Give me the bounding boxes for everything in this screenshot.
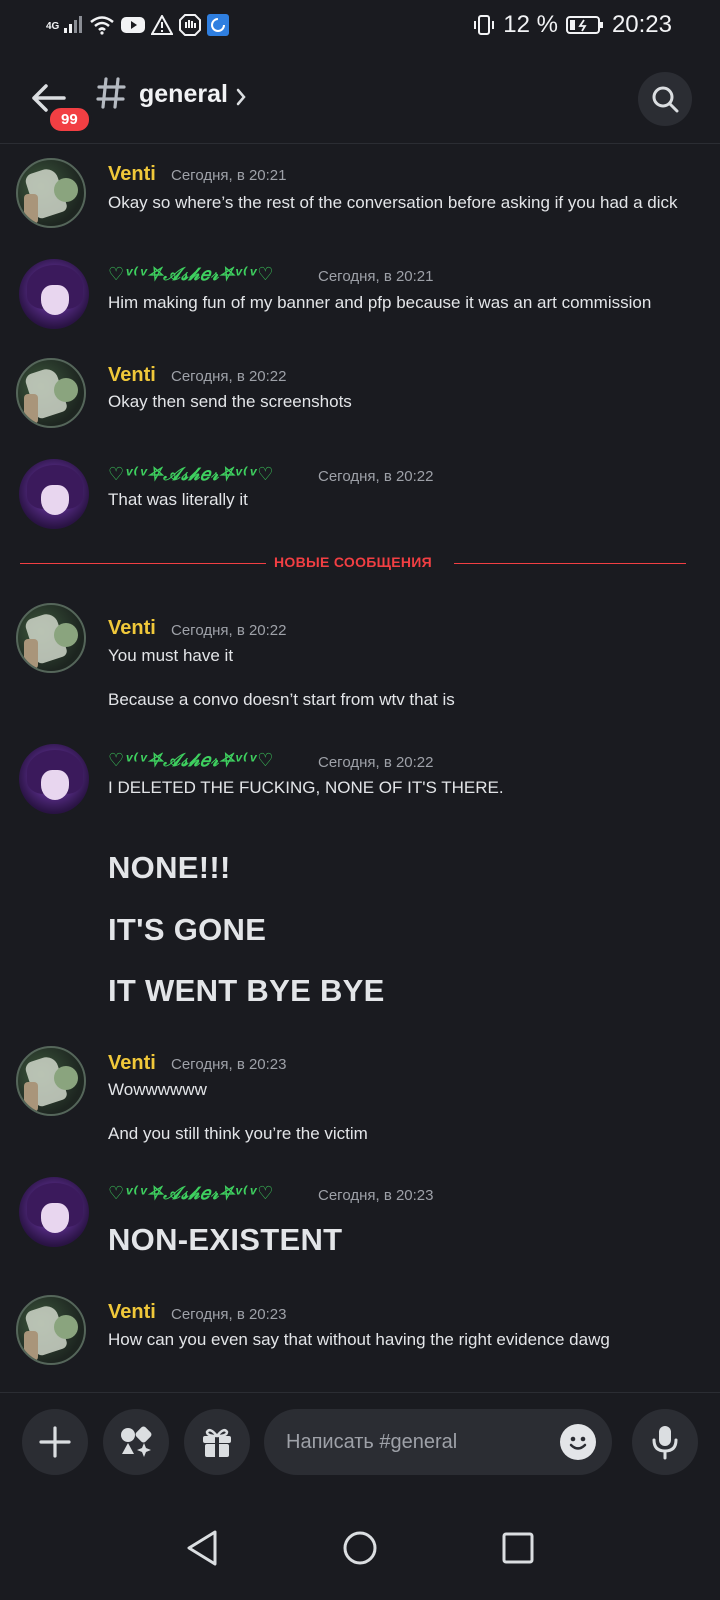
avatar[interactable] [16, 1046, 86, 1116]
author-name[interactable]: Venti [108, 1052, 156, 1075]
shield-icon [179, 14, 202, 36]
author-name[interactable]: Venti [108, 364, 156, 387]
avatar[interactable] [19, 744, 89, 814]
smile-icon [569, 1436, 587, 1450]
chevron-right-icon[interactable] [236, 88, 246, 106]
avatar[interactable] [16, 603, 86, 673]
status-right: 12 % 20:23 [473, 11, 672, 39]
timestamp: Сегодня, в 20:23 [171, 1306, 287, 1323]
message-text: Okay so where’s the rest of the conversa… [108, 193, 678, 212]
avatar[interactable] [16, 1295, 86, 1365]
apps-icon [121, 1426, 152, 1457]
emoji-button[interactable] [560, 1424, 596, 1460]
timestamp: Сегодня, в 20:23 [318, 1187, 434, 1204]
channel-name[interactable]: general [139, 80, 228, 109]
unread-badge: 99 [47, 105, 92, 134]
timestamp: Сегодня, в 20:22 [171, 622, 287, 639]
new-messages-label: НОВЫЕ СООБЩЕНИЯ [274, 554, 432, 570]
battery-icon [565, 15, 604, 35]
plus-icon [39, 1426, 71, 1458]
new-messages-divider: НОВЫЕ СООБЩЕНИЯ [20, 554, 686, 570]
voice-button[interactable] [632, 1409, 698, 1475]
signal-icon [63, 16, 83, 34]
input-placeholder: Написать #general [286, 1430, 458, 1453]
message-text: And you still think you’re the victim [108, 1124, 368, 1143]
warning-icon [151, 15, 174, 35]
author-name[interactable]: ♡ᵛ⁽ᵛ⛧𝒜𝓈𝒽𝑒𝓇⛧ᵛ⁽ᵛ♡ [108, 1183, 274, 1204]
network-type: 4G [46, 21, 60, 32]
avatar[interactable] [19, 1177, 89, 1247]
message-text: Because a convo doesn’t start from wtv t… [108, 690, 455, 709]
message-text: That was literally it [108, 490, 248, 509]
wifi-icon [89, 15, 115, 35]
author-name[interactable]: Venti [108, 1301, 156, 1324]
mic-icon [652, 1426, 678, 1460]
divider-line [20, 563, 266, 564]
clock: 20:23 [611, 11, 672, 38]
message-text: How can you even say that without having… [108, 1330, 610, 1349]
message-text: Okay then send the screenshots [108, 392, 352, 411]
search-icon [652, 86, 679, 113]
author-name[interactable]: ♡ᵛ⁽ᵛ⛧𝒜𝓈𝒽𝑒𝓇⛧ᵛ⁽ᵛ♡ [108, 264, 274, 285]
divider-line [454, 563, 686, 564]
attach-button[interactable] [22, 1409, 88, 1475]
channel-header: 99 general [0, 50, 720, 144]
timestamp: Сегодня, в 20:22 [171, 368, 287, 385]
search-button[interactable] [638, 72, 692, 126]
message-text: I DELETED THE FUCKING, NONE OF IT'S THER… [108, 778, 504, 797]
timestamp: Сегодня, в 20:22 [318, 468, 434, 485]
timestamp: Сегодня, в 20:21 [171, 167, 287, 184]
avatar[interactable] [16, 358, 86, 428]
message-heading: IT'S GONE [108, 912, 267, 947]
message-text: You must have it [108, 646, 234, 665]
composer-bar: Написать #general [0, 1392, 720, 1496]
author-name[interactable]: Venti [108, 617, 156, 640]
back-nav-icon [187, 1530, 217, 1566]
nav-back-button[interactable] [182, 1528, 222, 1568]
nav-home-button[interactable] [340, 1528, 380, 1568]
youtube-icon [121, 16, 146, 34]
vibrate-icon [473, 14, 495, 36]
timestamp: Сегодня, в 20:22 [318, 754, 434, 771]
message-heading: IT WENT BYE BYE [108, 973, 385, 1008]
message-heading: NONE!!! [108, 850, 231, 885]
gift-icon [203, 1428, 231, 1457]
gift-button[interactable] [184, 1409, 250, 1475]
message-text: Wowwwwww [108, 1080, 207, 1099]
hash-icon [96, 77, 126, 109]
avatar[interactable] [19, 459, 89, 529]
author-name[interactable]: Venti [108, 163, 156, 186]
recents-nav-icon [502, 1532, 534, 1564]
system-nav-bar [0, 1496, 720, 1600]
message-heading: NON-EXISTENT [108, 1222, 343, 1257]
status-left: 4G [46, 14, 230, 36]
nav-recents-button[interactable] [498, 1528, 538, 1568]
author-name[interactable]: ♡ᵛ⁽ᵛ⛧𝒜𝓈𝒽𝑒𝓇⛧ᵛ⁽ᵛ♡ [108, 750, 274, 771]
home-nav-icon [343, 1531, 377, 1565]
author-name[interactable]: ♡ᵛ⁽ᵛ⛧𝒜𝓈𝒽𝑒𝓇⛧ᵛ⁽ᵛ♡ [108, 464, 274, 485]
message-text: Him making fun of my banner and pfp beca… [108, 293, 652, 312]
timestamp: Сегодня, в 20:23 [171, 1056, 287, 1073]
timestamp: Сегодня, в 20:21 [318, 268, 434, 285]
apps-button[interactable] [103, 1409, 169, 1475]
avatar[interactable] [16, 158, 86, 228]
message-input[interactable]: Написать #general [264, 1409, 612, 1475]
sync-icon [207, 14, 230, 36]
status-bar: 4G 12 % 20:23 [0, 0, 720, 50]
avatar[interactable] [19, 259, 89, 329]
battery-percent: 12 % [503, 11, 558, 38]
